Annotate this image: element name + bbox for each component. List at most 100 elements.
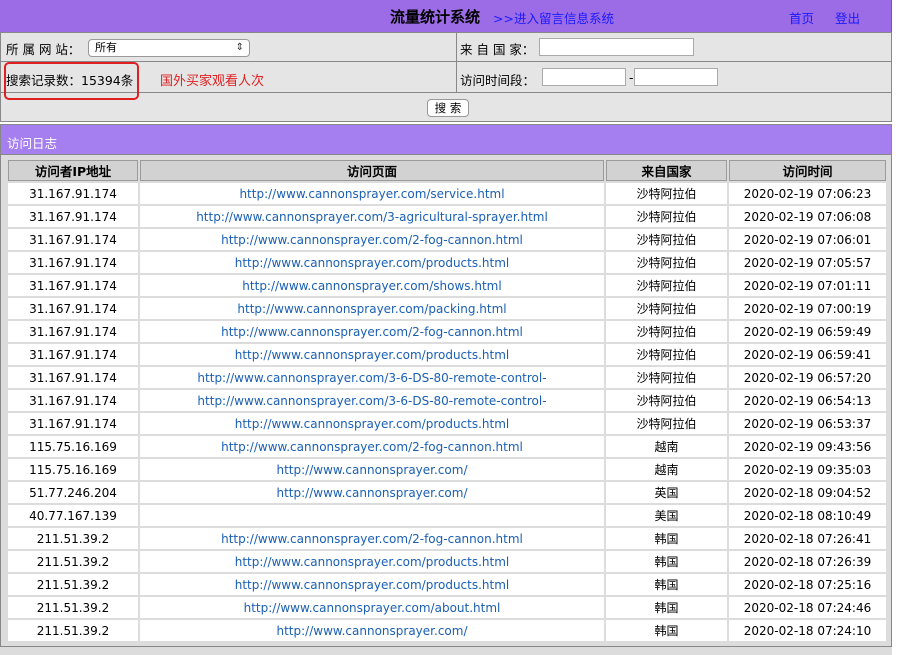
cell-page-link[interactable]: http://www.cannonsprayer.com/2-fog-canno…	[140, 321, 604, 342]
cell-time: 2020-02-19 06:54:13	[729, 390, 886, 411]
cell-country: 英国	[606, 482, 727, 503]
logout-link[interactable]: 登出	[835, 8, 860, 27]
log-table: 访问者IP地址 访问页面 来自国家 访问时间 31.167.91.174 http…	[6, 158, 888, 643]
cell-country: 美国	[606, 505, 727, 526]
cell-page-link[interactable]: http://www.cannonsprayer.com/products.ht…	[140, 413, 604, 434]
cell-country: 韩国	[606, 528, 727, 549]
table-row: 31.167.91.174 http://www.cannonsprayer.co…	[8, 344, 886, 365]
app-title: 流量统计系统	[390, 8, 481, 26]
cell-page-link[interactable]: http://www.cannonsprayer.com/service.htm…	[140, 183, 604, 204]
cell-country: 沙特阿拉伯	[606, 321, 727, 342]
table-row: 31.167.91.174 http://www.cannonsprayer.co…	[8, 390, 886, 411]
cell-country: 沙特阿拉伯	[606, 206, 727, 227]
cell-time: 2020-02-18 08:10:49	[729, 505, 886, 526]
enter-message-system-link[interactable]: >>进入留言信息系统	[493, 8, 614, 27]
cell-page-link[interactable]: http://www.cannonsprayer.com/shows.html	[140, 275, 604, 296]
cell-time: 2020-02-19 06:57:20	[729, 367, 886, 388]
table-row: 31.167.91.174 http://www.cannonsprayer.co…	[8, 206, 886, 227]
cell-page-link[interactable]: http://www.cannonsprayer.com/products.ht…	[140, 252, 604, 273]
cell-ip: 211.51.39.2	[8, 620, 138, 641]
cell-page-link[interactable]: http://www.cannonsprayer.com/products.ht…	[140, 344, 604, 365]
cell-page-link[interactable]: http://www.cannonsprayer.com/2-fog-canno…	[140, 229, 604, 250]
divider	[456, 33, 457, 93]
cell-country: 越南	[606, 436, 727, 457]
table-row: 211.51.39.2 http://www.cannonsprayer.com/…	[8, 620, 886, 641]
table-row: 31.167.91.174 http://www.cannonsprayer.co…	[8, 413, 886, 434]
country-input[interactable]	[539, 38, 694, 56]
annotation-note: 国外买家观看人次	[160, 74, 265, 89]
cell-country: 韩国	[606, 574, 727, 595]
cell-country: 韩国	[606, 597, 727, 618]
site-select[interactable]: 所有 ⇕	[88, 39, 250, 57]
time-end-input[interactable]	[634, 68, 718, 86]
cell-ip: 31.167.91.174	[8, 252, 138, 273]
table-row: 211.51.39.2 http://www.cannonsprayer.com/…	[8, 551, 886, 572]
site-label: 所 属 网 站：	[6, 42, 81, 57]
cell-page-link[interactable]: http://www.cannonsprayer.com/	[140, 620, 604, 641]
cell-time: 2020-02-18 07:24:10	[729, 620, 886, 641]
cell-page-link[interactable]: http://www.cannonsprayer.com/	[140, 482, 604, 503]
cell-ip: 115.75.16.169	[8, 459, 138, 480]
home-link[interactable]: 首页	[789, 8, 814, 27]
cell-time: 2020-02-18 07:26:39	[729, 551, 886, 572]
chevron-updown-icon: ⇕	[235, 42, 244, 53]
cell-time: 2020-02-19 07:00:19	[729, 298, 886, 319]
cell-page-link[interactable]: http://www.cannonsprayer.com/2-fog-canno…	[140, 436, 604, 457]
cell-ip: 31.167.91.174	[8, 298, 138, 319]
cell-ip: 115.75.16.169	[8, 436, 138, 457]
cell-time: 2020-02-19 06:53:37	[729, 413, 886, 434]
cell-time: 2020-02-19 07:06:08	[729, 206, 886, 227]
cell-page-link[interactable]: http://www.cannonsprayer.com/packing.htm…	[140, 298, 604, 319]
search-button[interactable]: 搜 索	[427, 99, 469, 117]
cell-page-link[interactable]: http://www.cannonsprayer.com/	[140, 459, 604, 480]
time-start-input[interactable]	[542, 68, 626, 86]
table-row: 211.51.39.2 http://www.cannonsprayer.com/…	[8, 597, 886, 618]
cell-ip: 211.51.39.2	[8, 528, 138, 549]
cell-page-link[interactable]: http://www.cannonsprayer.com/3-6-DS-80-r…	[140, 390, 604, 411]
table-row: 31.167.91.174 http://www.cannonsprayer.co…	[8, 298, 886, 319]
log-section-header: 访问日志	[0, 124, 892, 155]
country-label: 来 自 国 家：	[460, 42, 535, 57]
filter-panel: 所 属 网 站： 所有 ⇕ 来 自 国 家： 搜索记录数：15394条 国外买家…	[0, 32, 892, 122]
log-grid: 访问者IP地址 访问页面 来自国家 访问时间 31.167.91.174 http…	[0, 155, 892, 655]
table-header-row: 访问者IP地址 访问页面 来自国家 访问时间	[8, 160, 886, 181]
cell-country: 沙特阿拉伯	[606, 183, 727, 204]
cell-ip: 31.167.91.174	[8, 183, 138, 204]
table-row: 115.75.16.169 http://www.cannonsprayer.co…	[8, 459, 886, 480]
column-header-country: 来自国家	[606, 160, 727, 181]
site-select-value: 所有	[95, 41, 117, 54]
cell-country: 沙特阿拉伯	[606, 367, 727, 388]
cell-page-link[interactable]	[140, 505, 604, 526]
cell-time: 2020-02-19 07:06:23	[729, 183, 886, 204]
time-separator: -	[629, 70, 634, 85]
table-row: 31.167.91.174 http://www.cannonsprayer.co…	[8, 275, 886, 296]
cell-ip: 31.167.91.174	[8, 390, 138, 411]
table-row: 211.51.39.2 http://www.cannonsprayer.com/…	[8, 574, 886, 595]
cell-time: 2020-02-18 07:26:41	[729, 528, 886, 549]
cell-page-link[interactable]: http://www.cannonsprayer.com/about.html	[140, 597, 604, 618]
cell-time: 2020-02-18 09:04:52	[729, 482, 886, 503]
top-bar: 流量统计系统 >>进入留言信息系统 首页 登出	[0, 0, 892, 32]
cell-page-link[interactable]: http://www.cannonsprayer.com/products.ht…	[140, 574, 604, 595]
table-row: 31.167.91.174 http://www.cannonsprayer.co…	[8, 321, 886, 342]
column-header-ip: 访问者IP地址	[8, 160, 138, 181]
cell-ip: 51.77.246.204	[8, 482, 138, 503]
log-section-title: 访问日志	[7, 136, 58, 151]
cell-time: 2020-02-19 09:43:56	[729, 436, 886, 457]
cell-page-link[interactable]: http://www.cannonsprayer.com/3-agricultu…	[140, 206, 604, 227]
cell-time: 2020-02-18 07:24:46	[729, 597, 886, 618]
cell-page-link[interactable]: http://www.cannonsprayer.com/2-fog-canno…	[140, 528, 604, 549]
cell-ip: 31.167.91.174	[8, 321, 138, 342]
cell-time: 2020-02-19 06:59:41	[729, 344, 886, 365]
cell-time: 2020-02-18 07:25:16	[729, 574, 886, 595]
cell-ip: 31.167.91.174	[8, 367, 138, 388]
cell-country: 沙特阿拉伯	[606, 275, 727, 296]
record-count: 搜索记录数：15394条	[6, 73, 134, 88]
table-row: 31.167.91.174 http://www.cannonsprayer.co…	[8, 229, 886, 250]
cell-page-link[interactable]: http://www.cannonsprayer.com/products.ht…	[140, 551, 604, 572]
cell-country: 韩国	[606, 620, 727, 641]
cell-country: 沙特阿拉伯	[606, 413, 727, 434]
cell-page-link[interactable]: http://www.cannonsprayer.com/3-6-DS-80-r…	[140, 367, 604, 388]
column-header-page: 访问页面	[140, 160, 604, 181]
pagination-bar	[0, 646, 892, 655]
